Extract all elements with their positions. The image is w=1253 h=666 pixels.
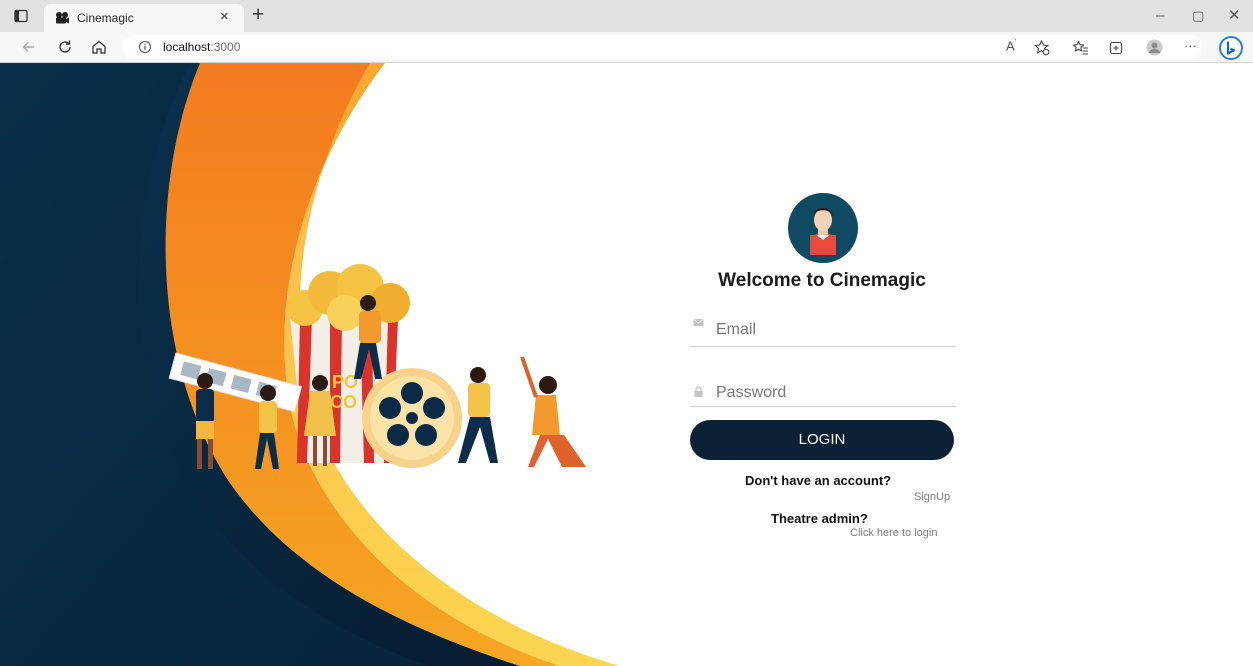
minimize-icon[interactable]: – — [1156, 6, 1164, 26]
more-options-icon[interactable]: ··· — [1184, 38, 1197, 53]
film-camera-icon — [56, 12, 69, 24]
password-input[interactable] — [716, 381, 952, 405]
read-aloud-icon[interactable]: Aʼ — [1006, 38, 1016, 53]
email-input[interactable] — [716, 318, 952, 342]
bing-copilot-icon[interactable] — [1219, 36, 1243, 60]
add-favorite-icon[interactable] — [1033, 39, 1050, 56]
profile-avatar-icon[interactable] — [1146, 39, 1163, 56]
back-arrow-icon[interactable] — [20, 38, 38, 56]
site-info-icon[interactable] — [138, 40, 152, 54]
envelope-icon — [693, 318, 704, 326]
no-account-prompt: Don't have an account? — [745, 473, 892, 488]
url-text: localhost:3000 — [163, 40, 240, 54]
url-port: :3000 — [210, 40, 241, 54]
lock-icon — [694, 386, 703, 397]
url-host: localhost — [163, 40, 211, 54]
cinema-background-illustration: PO CO — [0, 63, 700, 666]
browser-tab[interactable]: Cinemagic × — [44, 4, 244, 32]
user-avatar-icon — [788, 193, 858, 263]
popcorn-label-2: CO — [330, 392, 357, 412]
admin-login-link[interactable]: Click here to login — [850, 527, 937, 539]
signup-link[interactable]: SignUp — [914, 491, 950, 503]
tab-title: Cinemagic — [77, 11, 134, 25]
page-title: Welcome to Cinemagic — [718, 270, 926, 291]
browser-tab-bar: Cinemagic × + – ▢ ✕ — [0, 0, 1253, 32]
password-field-container — [690, 374, 956, 407]
home-icon[interactable] — [90, 38, 108, 56]
favorites-icon[interactable] — [1072, 39, 1089, 56]
collections-icon[interactable] — [1108, 39, 1125, 56]
new-tab-icon[interactable]: + — [252, 4, 264, 26]
theatre-admin-prompt: Theatre admin? — [771, 511, 868, 526]
login-button[interactable]: LOGIN — [690, 420, 954, 460]
close-tab-icon[interactable]: × — [220, 8, 229, 26]
popcorn-label-1: PO — [332, 372, 358, 392]
tab-actions-icon[interactable] — [14, 9, 28, 23]
refresh-icon[interactable] — [56, 38, 74, 56]
restore-icon[interactable]: ▢ — [1192, 6, 1204, 26]
window-close-icon[interactable]: ✕ — [1228, 6, 1241, 26]
email-field-container — [690, 314, 956, 347]
browser-address-bar: localhost:3000 Aʼ ··· — [0, 32, 1253, 63]
film-reel-illustration — [362, 368, 462, 468]
login-page: PO CO Welcome to Cinemagic Email LOGIN D… — [0, 63, 1253, 666]
